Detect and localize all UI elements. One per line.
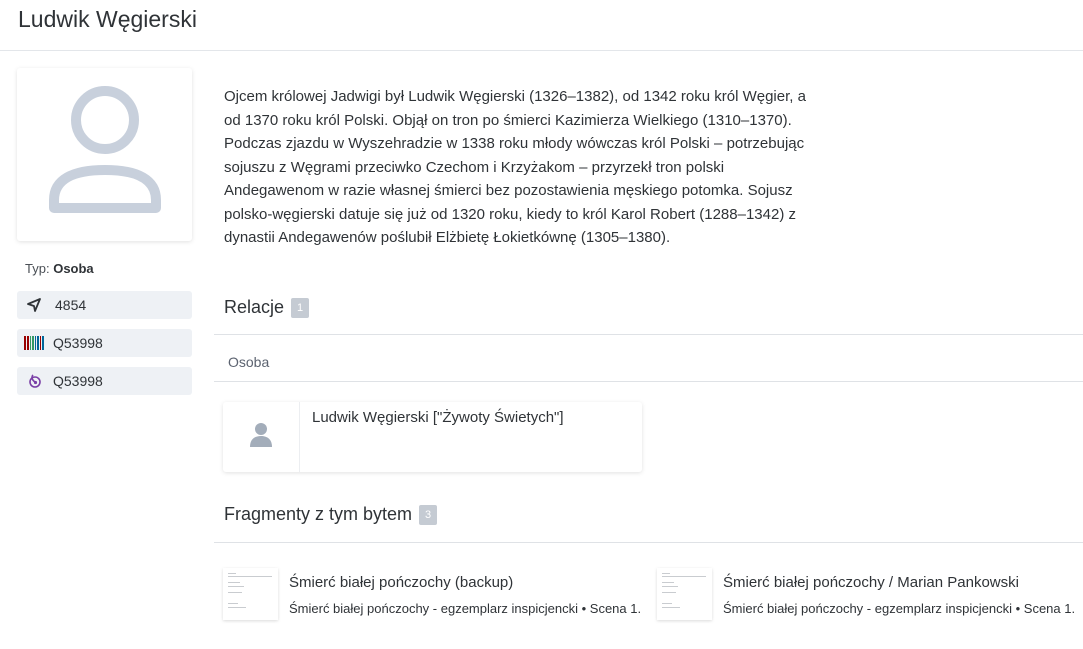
relations-heading: Relacje 1	[224, 297, 310, 319]
relation-name[interactable]: Ludwik Węgierski ["Żywoty Świetych"]	[312, 409, 564, 426]
relations-column-label: Osoba	[228, 354, 270, 370]
divider	[214, 542, 1083, 543]
divider	[214, 381, 1083, 382]
identifier-wikidata[interactable]: Q53998	[17, 329, 192, 357]
relation-avatar	[223, 402, 300, 472]
relations-count-badge: 1	[291, 298, 310, 319]
identifier-value: Q53998	[53, 373, 103, 389]
fragment-item[interactable]: Śmierć białej pończochy (backup) Śmierć …	[223, 566, 653, 646]
fragments-title: Fragmenty z tym bytem	[224, 504, 413, 524]
page-title: Ludwik Węgierski	[18, 6, 197, 32]
entity-type: Typ: Osoba	[25, 261, 94, 276]
person-icon	[250, 423, 272, 447]
fragments-heading: Fragmenty z tym bytem 3	[224, 504, 438, 526]
person-placeholder-icon	[49, 86, 161, 213]
fragment-title[interactable]: Śmierć białej pończochy (backup)	[289, 574, 513, 591]
divider	[214, 334, 1083, 335]
identifier-value: 4854	[55, 297, 87, 313]
relations-title: Relacje	[224, 297, 285, 317]
wikidata-icon	[24, 336, 44, 350]
network-icon	[27, 298, 41, 312]
document-thumbnail	[223, 568, 278, 620]
identifier-value: Q53998	[53, 335, 103, 351]
fragment-description: Śmierć białej pończochy - egzemplarz ins…	[723, 601, 1076, 616]
fragment-title[interactable]: Śmierć białej pończochy / Marian Pankows…	[723, 574, 1019, 591]
biography-text: Ojcem królowej Jadwigi był Ludwik Węgier…	[224, 88, 806, 246]
fragments-count-badge: 3	[419, 505, 438, 526]
type-label: Typ:	[25, 261, 50, 276]
document-thumbnail	[657, 568, 712, 620]
fragment-item[interactable]: Śmierć białej pończochy / Marian Pankows…	[657, 566, 1083, 646]
wikibase-icon	[29, 374, 41, 388]
avatar	[17, 68, 192, 241]
type-value: Osoba	[53, 261, 94, 276]
identifier-local[interactable]: 4854	[17, 291, 192, 319]
identifier-wikibase[interactable]: Q53998	[17, 367, 192, 395]
page-header: Ludwik Węgierski	[0, 0, 1083, 51]
fragment-description: Śmierć białej pończochy - egzemplarz ins…	[289, 601, 642, 616]
relation-card[interactable]: Ludwik Węgierski ["Żywoty Świetych"]	[223, 402, 642, 472]
